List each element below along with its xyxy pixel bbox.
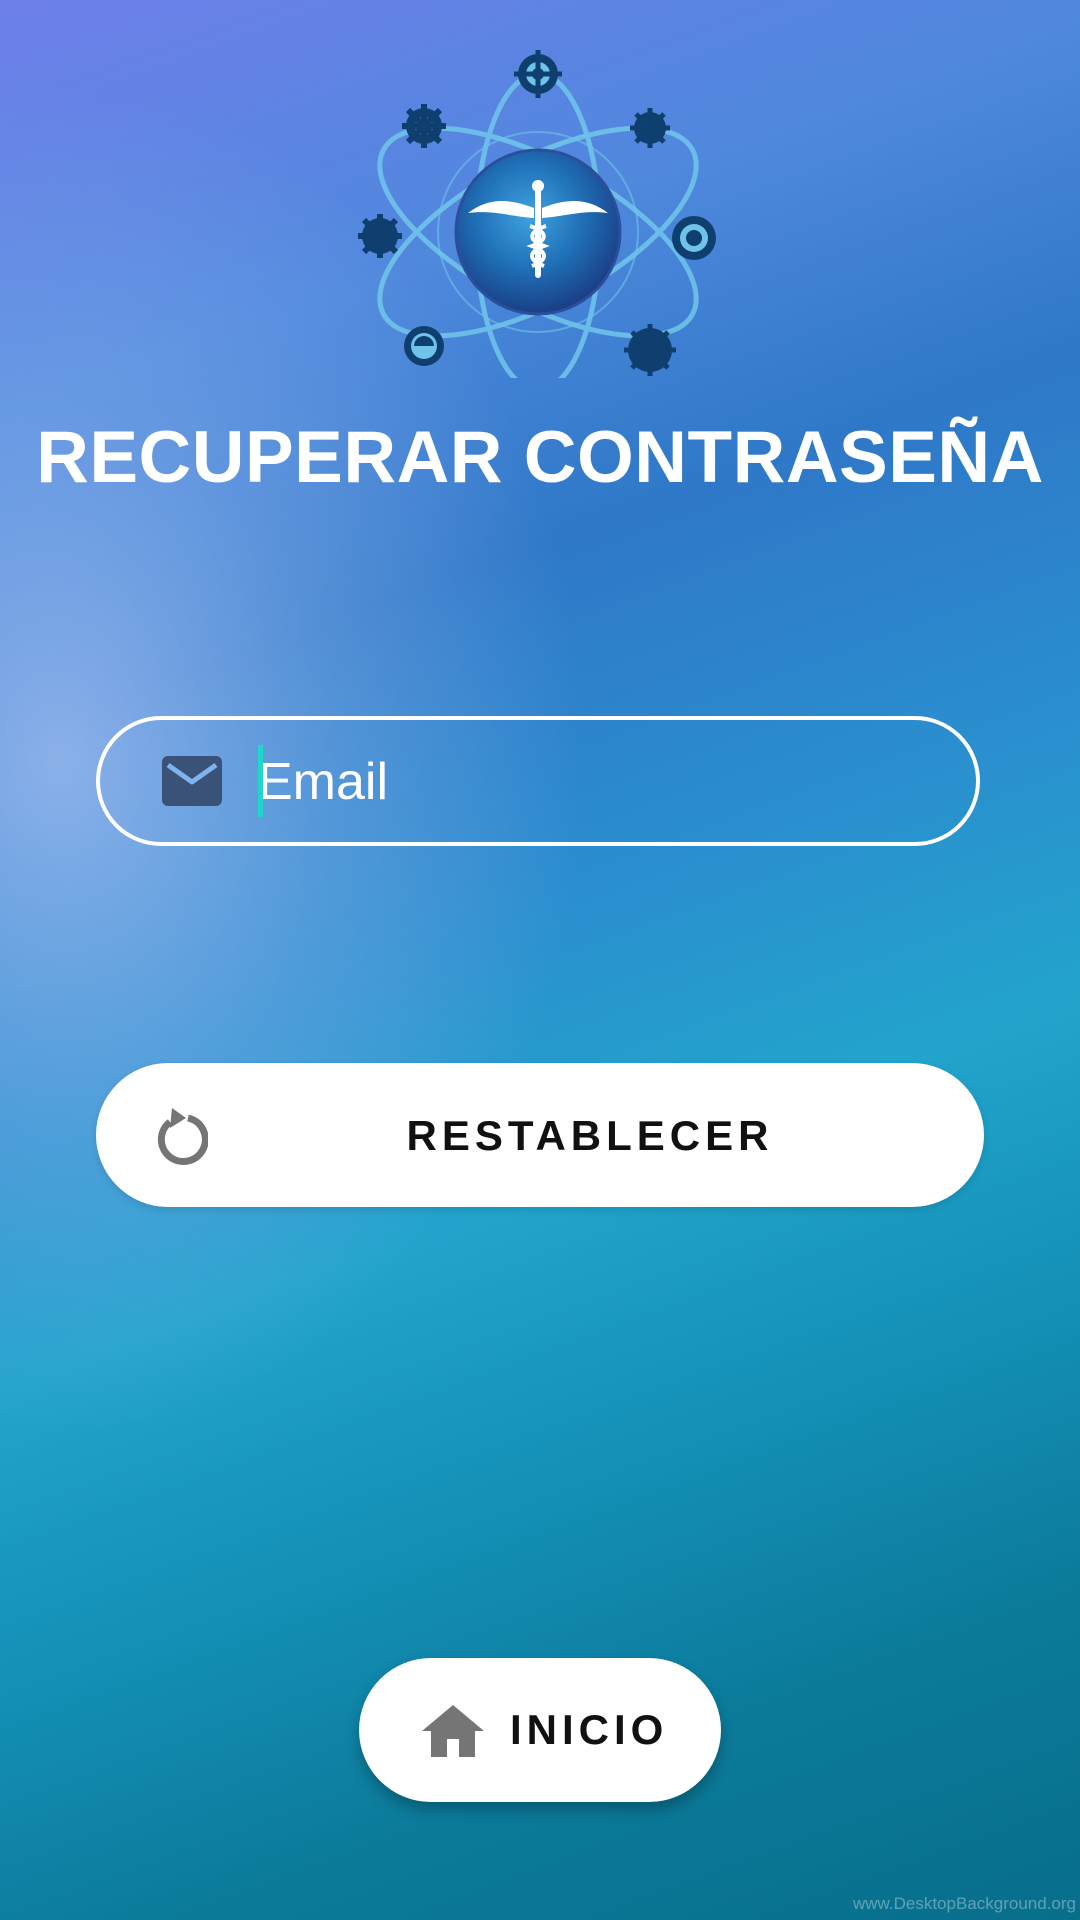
- refresh-icon: [152, 1106, 209, 1166]
- reset-button-label: RESTABLECER: [406, 1112, 774, 1159]
- home-icon: [422, 1705, 484, 1757]
- app-logo: [348, 48, 728, 393]
- email-input[interactable]: [258, 746, 948, 818]
- mail-icon: [162, 756, 222, 806]
- home-button-label: INICIO: [510, 1706, 669, 1753]
- page-title: RECUPERAR CONTRASEÑA: [36, 417, 1044, 498]
- text-caret: [258, 745, 263, 817]
- background-watermark: www.DesktopBackground.org: [852, 1894, 1076, 1913]
